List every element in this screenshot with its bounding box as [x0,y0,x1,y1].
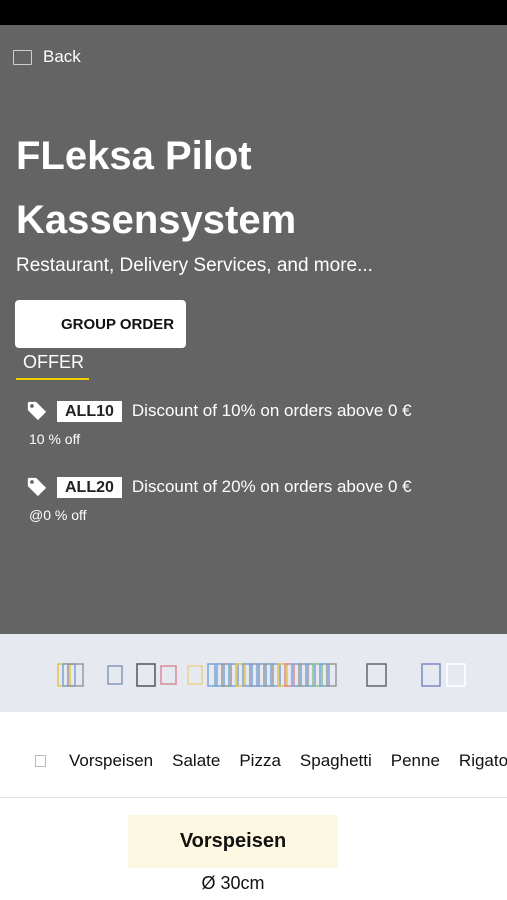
category-salate[interactable]: Salate [172,751,220,771]
back-button[interactable]: Back [13,46,81,68]
back-icon [13,49,32,65]
placeholder-images [57,663,466,687]
tag-icon [27,401,47,421]
status-bar [0,0,507,25]
coupon-description: Discount of 20% on orders above 0 € [131,477,412,496]
group-order-button[interactable]: GROUP ORDER [15,300,186,348]
category-list: Vorspeisen Salate Pizza Spaghetti Penne … [69,751,507,771]
offer-item: ALL20 Discount of 20% on orders above 0 … [26,476,412,498]
restaurant-name: FLeksa Pilot Kassensystem [16,134,297,242]
category-pizza[interactable]: Pizza [239,751,281,771]
restaurant-subtitle: Restaurant, Delivery Services, and more.… [16,255,373,276]
coupon-note: 10 % off [29,431,81,447]
tab-offer[interactable]: OFFER [16,352,89,380]
coupon-code: ALL10 [57,400,122,422]
menu-section-title: Vorspeisen [128,815,338,868]
category-penne[interactable]: Penne [391,751,440,771]
coupon-description: Discount of 10% on orders above 0 € [131,401,412,420]
image-strip [0,634,507,712]
category-bar: Vorspeisen Salate Pizza Spaghetti Penne … [0,712,507,798]
category-spaghetti[interactable]: Spaghetti [300,751,372,771]
offer-item: ALL10 Discount of 10% on orders above 0 … [26,400,412,422]
tag-icon [27,477,47,497]
coupon-code: ALL20 [57,476,122,498]
category-rigatoni[interactable]: Rigatoni [459,751,507,771]
size-label: Ø 30cm [201,873,265,893]
category-menu-icon[interactable] [35,755,46,767]
back-label: Back [43,47,81,66]
coupon-note: @0 % off [29,507,87,523]
category-vorspeisen[interactable]: Vorspeisen [69,751,153,771]
